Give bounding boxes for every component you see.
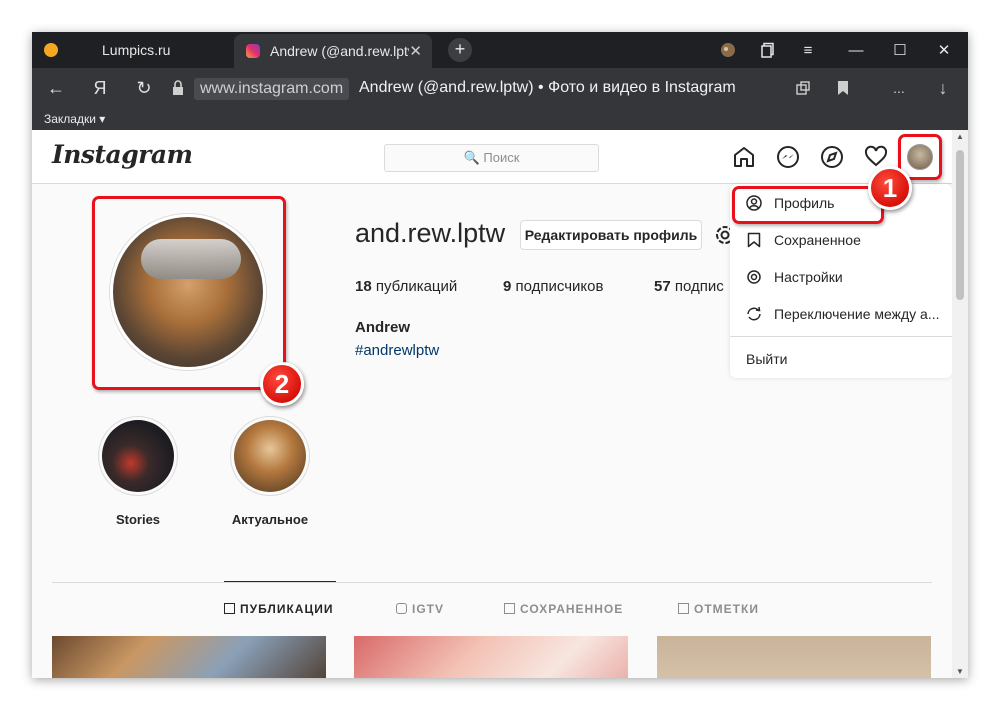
scroll-down-icon[interactable]: ▼	[955, 667, 965, 676]
tab-posts-label: ПУБЛИКАЦИИ	[240, 602, 334, 616]
stat-followers-label: подписчиков	[511, 278, 604, 295]
stat-following[interactable]: 57 подпис	[654, 278, 724, 295]
tab-label: Lumpics.ru	[102, 42, 171, 58]
tab-tagged[interactable]: ОТМЕТКИ	[678, 602, 759, 616]
profile-full-name: Andrew	[355, 319, 411, 336]
bookmarks-bar: Закладки ▾	[32, 108, 968, 130]
menu-divider	[730, 336, 952, 337]
highlight-ring	[98, 416, 178, 496]
menu-item-switch-account[interactable]: Переключение между а...	[730, 295, 952, 332]
menu-item-label: Переключение между а...	[774, 305, 940, 322]
stat-following-count: 57	[654, 278, 671, 295]
tab-posts[interactable]: ПУБЛИКАЦИИ	[224, 602, 333, 616]
post-thumbnail[interactable]	[354, 636, 628, 678]
alice-icon[interactable]	[708, 32, 748, 68]
bookmarks-menu[interactable]: Закладки ▾	[44, 112, 105, 126]
tab-bar: Lumpics.ru Andrew (@and.rew.lptw ✕ + ≡ —…	[32, 32, 968, 68]
stat-posts: 18 публикаций	[355, 278, 457, 295]
highlight-box-avatar	[92, 196, 286, 390]
stat-posts-count: 18	[355, 278, 372, 295]
grid-icon	[224, 603, 235, 614]
address-bar: ← Я ↻ www.instagram.com Andrew (@and.rew…	[32, 68, 968, 108]
profile-username: and.rew.lptw	[355, 218, 506, 248]
tab-label: Andrew (@and.rew.lptw	[270, 43, 410, 59]
tab-igtv[interactable]: IGTV	[396, 602, 444, 616]
yandex-button[interactable]: Я	[82, 68, 118, 108]
home-icon[interactable]	[732, 145, 756, 169]
browser-window: Lumpics.ru Andrew (@and.rew.lptw ✕ + ≡ —…	[32, 32, 968, 678]
highlight-stories-image	[102, 420, 174, 492]
minimize-button[interactable]: —	[836, 32, 876, 68]
menu-item-label: Настройки	[774, 268, 843, 285]
bookmark-tab-icon	[504, 603, 515, 614]
stat-followers[interactable]: 9 подписчиков	[503, 278, 603, 295]
menu-item-label: Выйти	[746, 350, 788, 367]
tab-lumpics[interactable]: Lumpics.ru	[32, 32, 232, 68]
heart-icon[interactable]	[864, 145, 888, 169]
menu-item-logout[interactable]: Выйти	[730, 340, 952, 377]
explore-icon[interactable]	[820, 145, 844, 169]
menu-item-settings[interactable]: Настройки	[730, 258, 952, 295]
tab-tagged-label: ОТМЕТКИ	[694, 602, 759, 616]
reload-button[interactable]: ↻	[126, 68, 162, 108]
tab-saved-label: СОХРАНЕННОЕ	[520, 602, 624, 616]
instagram-page: Instagram 🔍 Поиск and.rew.lptw Редактиро…	[32, 130, 952, 678]
tab-instagram[interactable]: Andrew (@and.rew.lptw ✕	[234, 34, 432, 68]
stat-posts-label: публикаций	[371, 278, 458, 295]
url-domain[interactable]: www.instagram.com	[194, 78, 350, 100]
new-tab-button[interactable]: +	[448, 38, 472, 62]
switch-icon	[747, 306, 761, 320]
post-thumbnail[interactable]	[52, 636, 326, 678]
stat-following-label: подпис	[670, 278, 724, 295]
tab-igtv-label: IGTV	[412, 602, 445, 616]
extensions-icon[interactable]	[788, 68, 818, 108]
step-badge-1: 1	[868, 166, 912, 210]
tagged-icon	[678, 603, 689, 614]
download-button[interactable]: ↓	[928, 68, 958, 108]
more-button[interactable]: ...	[884, 68, 914, 108]
bookmark-icon	[747, 232, 761, 247]
menu-item-label: Сохраненное	[774, 231, 861, 248]
profile-hashtag-link[interactable]: #andrewlptw	[355, 342, 439, 359]
back-button[interactable]: ←	[38, 68, 74, 108]
url-page-title[interactable]: Andrew (@and.rew.lptw) • Фото и видео в …	[359, 79, 736, 97]
scroll-thumb[interactable]	[956, 150, 964, 300]
edit-profile-button[interactable]: Редактировать профиль	[520, 220, 702, 250]
highlight-actual[interactable]: Актуальное	[228, 416, 312, 527]
igtv-icon	[396, 603, 407, 614]
step-badge-2: 2	[260, 362, 304, 406]
instagram-favicon-icon	[246, 44, 260, 58]
settings-icon	[747, 269, 761, 284]
page-scrollbar[interactable]: ▲ ▼	[952, 130, 968, 678]
messenger-icon[interactable]	[776, 145, 800, 169]
highlight-label: Актуальное	[231, 512, 309, 527]
active-tab-indicator	[224, 581, 336, 582]
close-button[interactable]: ✕	[924, 32, 964, 68]
highlight-ring	[230, 416, 310, 496]
collections-icon[interactable]	[748, 32, 788, 68]
maximize-button[interactable]: ☐	[880, 32, 920, 68]
highlight-stories[interactable]: Stories	[96, 416, 180, 527]
lock-icon[interactable]	[172, 80, 184, 96]
instagram-logo[interactable]: Instagram	[52, 140, 193, 169]
lumpics-favicon-icon	[44, 43, 58, 57]
tabs-divider	[52, 582, 932, 583]
tab-saved[interactable]: СОХРАНЕННОЕ	[504, 602, 623, 616]
menu-item-saved[interactable]: Сохраненное	[730, 221, 952, 258]
search-input[interactable]: 🔍 Поиск	[384, 144, 599, 172]
highlight-label: Stories	[115, 512, 161, 527]
post-thumbnail[interactable]	[657, 636, 931, 678]
menu-button[interactable]: ≡	[788, 32, 828, 68]
scroll-up-icon[interactable]: ▲	[955, 132, 965, 141]
highlight-box-profile-item	[732, 186, 884, 224]
tab-close-icon[interactable]: ✕	[409, 42, 422, 60]
highlight-actual-image	[234, 420, 306, 492]
ig-header: Instagram 🔍 Поиск	[32, 130, 952, 184]
bookmark-page-icon[interactable]	[828, 68, 858, 108]
